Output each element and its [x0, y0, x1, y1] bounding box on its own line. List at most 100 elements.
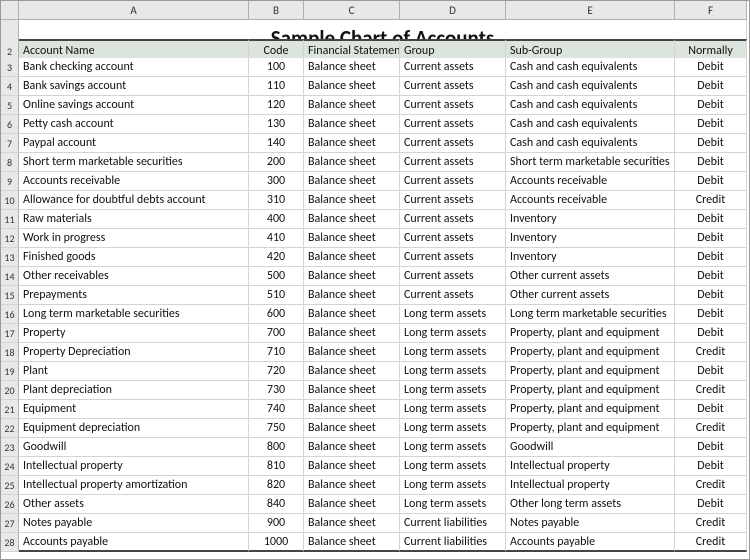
cell-code[interactable]: 500	[249, 267, 304, 286]
cell-financial-statement[interactable]: Balance sheet	[304, 210, 400, 229]
cell-group[interactable]: Current assets	[400, 58, 506, 77]
cell-financial-statement[interactable]: Balance sheet	[304, 476, 400, 495]
cell-normally[interactable]: Debit	[675, 362, 747, 381]
row-header[interactable]: 12	[1, 229, 19, 248]
cell-code[interactable]: 700	[249, 324, 304, 343]
cell-financial-statement[interactable]: Balance sheet	[304, 191, 400, 210]
cell-code[interactable]: 510	[249, 286, 304, 305]
cell-normally[interactable]: Credit	[675, 533, 747, 552]
cell-financial-statement[interactable]: Balance sheet	[304, 286, 400, 305]
cell-normally[interactable]: Debit	[675, 210, 747, 229]
cell-sub-group[interactable]: Cash and cash equivalents	[506, 134, 675, 153]
cell-financial-statement[interactable]: Balance sheet	[304, 267, 400, 286]
cell-sub-group[interactable]: Intellectual property	[506, 457, 675, 476]
column-header-f[interactable]: F	[675, 1, 747, 20]
cell-financial-statement[interactable]: Balance sheet	[304, 438, 400, 457]
cell-normally[interactable]: Debit	[675, 172, 747, 191]
cell-group[interactable]: Current liabilities	[400, 514, 506, 533]
cell-account-name[interactable]: Intellectual property	[19, 457, 249, 476]
cell-normally[interactable]: Debit	[675, 248, 747, 267]
cell-account-name[interactable]: Petty cash account	[19, 115, 249, 134]
row-header[interactable]: 5	[1, 96, 19, 115]
cell-account-name[interactable]: Plant	[19, 362, 249, 381]
cell-code[interactable]: 130	[249, 115, 304, 134]
cell-financial-statement[interactable]: Balance sheet	[304, 305, 400, 324]
spreadsheet-grid[interactable]: ABCDEF1Sample Chart of Accounts2Account …	[1, 1, 749, 552]
cell-normally[interactable]: Credit	[675, 381, 747, 400]
cell-normally[interactable]: Debit	[675, 134, 747, 153]
cell-financial-statement[interactable]: Balance sheet	[304, 457, 400, 476]
cell-financial-statement[interactable]: Balance sheet	[304, 77, 400, 96]
row-header[interactable]: 22	[1, 419, 19, 438]
cell-sub-group[interactable]: Cash and cash equivalents	[506, 77, 675, 96]
row-header[interactable]: 13	[1, 248, 19, 267]
cell-sub-group[interactable]: Inventory	[506, 210, 675, 229]
cell-normally[interactable]: Debit	[675, 96, 747, 115]
cell-sub-group[interactable]: Property, plant and equipment	[506, 381, 675, 400]
row-header[interactable]: 27	[1, 514, 19, 533]
cell-financial-statement[interactable]: Balance sheet	[304, 153, 400, 172]
cell-group[interactable]: Long term assets	[400, 457, 506, 476]
cell-code[interactable]: 750	[249, 419, 304, 438]
cell-account-name[interactable]: Goodwill	[19, 438, 249, 457]
cell-sub-group[interactable]: Property, plant and equipment	[506, 362, 675, 381]
cell-normally[interactable]: Debit	[675, 324, 747, 343]
cell-group[interactable]: Long term assets	[400, 495, 506, 514]
cell-code[interactable]: 100	[249, 58, 304, 77]
cell-financial-statement[interactable]: Balance sheet	[304, 248, 400, 267]
cell-account-name[interactable]: Bank checking account	[19, 58, 249, 77]
row-header[interactable]: 4	[1, 77, 19, 96]
row-header[interactable]: 25	[1, 476, 19, 495]
cell-financial-statement[interactable]: Balance sheet	[304, 172, 400, 191]
cell-group[interactable]: Current assets	[400, 286, 506, 305]
cell-group[interactable]: Long term assets	[400, 381, 506, 400]
cell-group[interactable]: Long term assets	[400, 362, 506, 381]
cell-financial-statement[interactable]: Balance sheet	[304, 96, 400, 115]
cell-account-name[interactable]: Intellectual property amortization	[19, 476, 249, 495]
cell-account-name[interactable]: Accounts receivable	[19, 172, 249, 191]
cell-financial-statement[interactable]: Balance sheet	[304, 381, 400, 400]
cell-account-name[interactable]: Finished goods	[19, 248, 249, 267]
cell-financial-statement[interactable]: Balance sheet	[304, 343, 400, 362]
cell-group[interactable]: Current assets	[400, 77, 506, 96]
cell-code[interactable]: 110	[249, 77, 304, 96]
cell-normally[interactable]: Debit	[675, 58, 747, 77]
row-header[interactable]: 21	[1, 400, 19, 419]
cell-financial-statement[interactable]: Balance sheet	[304, 533, 400, 552]
cell-group[interactable]: Long term assets	[400, 305, 506, 324]
cell-account-name[interactable]: Bank savings account	[19, 77, 249, 96]
row-header[interactable]: 19	[1, 362, 19, 381]
row-header[interactable]: 28	[1, 533, 19, 552]
row-header[interactable]: 18	[1, 343, 19, 362]
cell-financial-statement[interactable]: Balance sheet	[304, 229, 400, 248]
cell-normally[interactable]: Debit	[675, 305, 747, 324]
cell-financial-statement[interactable]: Balance sheet	[304, 58, 400, 77]
cell-sub-group[interactable]: Inventory	[506, 229, 675, 248]
cell-code[interactable]: 310	[249, 191, 304, 210]
cell-account-name[interactable]: Property Depreciation	[19, 343, 249, 362]
cell-account-name[interactable]: Other assets	[19, 495, 249, 514]
cell-sub-group[interactable]: Accounts receivable	[506, 191, 675, 210]
cell-group[interactable]: Long term assets	[400, 343, 506, 362]
cell-code[interactable]: 200	[249, 153, 304, 172]
cell-account-name[interactable]: Long term marketable securities	[19, 305, 249, 324]
cell-group[interactable]: Long term assets	[400, 438, 506, 457]
cell-financial-statement[interactable]: Balance sheet	[304, 134, 400, 153]
cell-group[interactable]: Current assets	[400, 248, 506, 267]
cell-financial-statement[interactable]: Balance sheet	[304, 419, 400, 438]
cell-sub-group[interactable]: Other current assets	[506, 267, 675, 286]
cell-normally[interactable]: Credit	[675, 191, 747, 210]
cell-normally[interactable]: Debit	[675, 267, 747, 286]
cell-code[interactable]: 420	[249, 248, 304, 267]
cell-financial-statement[interactable]: Balance sheet	[304, 115, 400, 134]
cell-financial-statement[interactable]: Balance sheet	[304, 495, 400, 514]
column-header-c[interactable]: C	[304, 1, 400, 20]
cell-code[interactable]: 900	[249, 514, 304, 533]
cell-account-name[interactable]: Raw materials	[19, 210, 249, 229]
cell-sub-group[interactable]: Accounts receivable	[506, 172, 675, 191]
cell-code[interactable]: 720	[249, 362, 304, 381]
cell-financial-statement[interactable]: Balance sheet	[304, 400, 400, 419]
cell-sub-group[interactable]: Cash and cash equivalents	[506, 58, 675, 77]
row-header[interactable]: 6	[1, 115, 19, 134]
row-header[interactable]: 16	[1, 305, 19, 324]
